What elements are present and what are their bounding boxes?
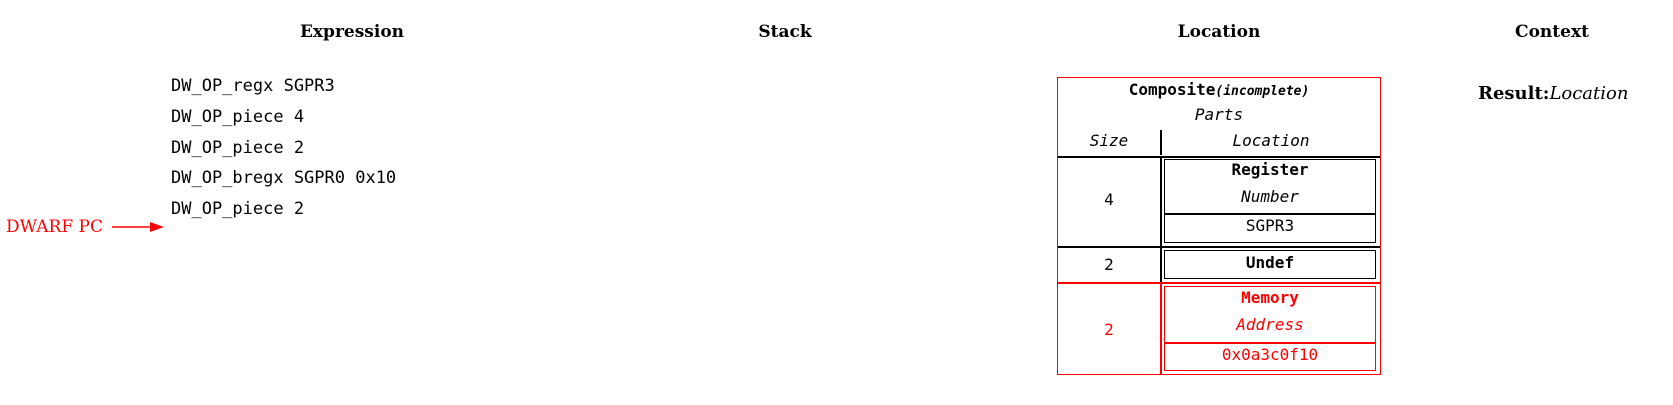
register-location: Register Number SGPR3 xyxy=(1164,159,1376,243)
header-expression: Expression xyxy=(299,22,405,42)
location-field: Address xyxy=(1236,315,1304,334)
location-value: SGPR3 xyxy=(1245,216,1295,235)
column-size-header: Size xyxy=(1089,131,1129,150)
memory-location: Memory Address 0x0a3c0f10 xyxy=(1164,286,1376,371)
divider xyxy=(1160,130,1162,155)
location-kind: Memory xyxy=(1241,288,1299,307)
undef-location: Undef xyxy=(1164,250,1376,279)
divider xyxy=(1160,283,1162,375)
divider xyxy=(1160,157,1162,246)
divider xyxy=(1058,246,1380,248)
header-location: Location xyxy=(1177,22,1261,42)
location-kind: Register xyxy=(1231,160,1309,179)
composite-title: Composite(incomplete) xyxy=(1128,80,1310,99)
divider xyxy=(1165,342,1375,344)
part-size: 2 xyxy=(1104,255,1114,274)
header-context: Context xyxy=(1515,22,1589,42)
expression-line: DW_OP_regx SGPR3 xyxy=(171,76,335,96)
expression-line: DW_OP_piece 2 xyxy=(171,199,305,219)
location-field: Number xyxy=(1241,187,1299,206)
part-size: 2 xyxy=(1104,320,1114,339)
expression-line: DW_OP_piece 2 xyxy=(171,138,305,158)
column-location-header: Location xyxy=(1232,131,1310,150)
context-result: Result:Location xyxy=(1478,83,1628,104)
composite-location: Composite(incomplete) Parts Size Locatio… xyxy=(1057,77,1381,375)
divider xyxy=(1160,247,1162,282)
part-size: 4 xyxy=(1104,190,1114,209)
location-value: 0x0a3c0f10 xyxy=(1221,345,1319,364)
divider xyxy=(1058,282,1380,284)
expression-line: DW_OP_piece 4 xyxy=(171,107,305,127)
divider xyxy=(1058,156,1380,158)
header-stack: Stack xyxy=(758,22,812,42)
divider xyxy=(1165,213,1375,215)
result-value: Location xyxy=(1549,83,1629,104)
dwarf-pc-label: DWARF PC xyxy=(6,217,103,237)
pc-arrow-icon xyxy=(112,222,164,232)
parts-label: Parts xyxy=(1194,105,1244,124)
result-label: Result: xyxy=(1478,83,1550,104)
location-kind: Undef xyxy=(1245,253,1295,272)
expression-line: DW_OP_bregx SGPR0 0x10 xyxy=(171,168,397,188)
